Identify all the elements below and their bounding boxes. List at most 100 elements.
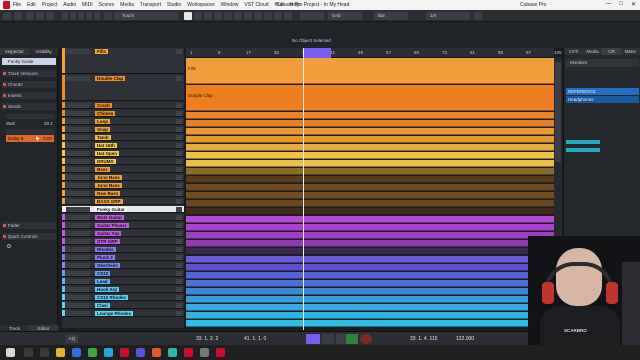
- app3-icon[interactable]: [168, 348, 177, 357]
- track-header[interactable]: CS10 Rhodes: [62, 294, 184, 301]
- mail-icon[interactable]: [72, 348, 81, 357]
- track-controls[interactable]: [66, 167, 90, 172]
- track-controls[interactable]: [66, 295, 90, 300]
- track-header[interactable]: Rhodes: [62, 246, 184, 253]
- track-name[interactable]: Tamb: [95, 135, 111, 140]
- track-name[interactable]: Lounge Rhodes: [95, 311, 133, 316]
- track-name[interactable]: Clavi: [95, 303, 110, 308]
- explorer-icon[interactable]: [56, 348, 65, 357]
- track-name[interactable]: Pluck 2: [95, 255, 115, 260]
- activate-project-button[interactable]: [3, 12, 11, 20]
- track-edit-button[interactable]: [176, 135, 182, 140]
- maximize-button[interactable]: □: [619, 1, 623, 8]
- track-name[interactable]: Juno Bass: [95, 183, 122, 188]
- track-name[interactable]: Hat Open: [95, 151, 120, 156]
- track-name[interactable]: BASS GRP: [95, 199, 123, 204]
- track-color-strip[interactable]: [62, 310, 65, 316]
- read-automation-button[interactable]: [86, 12, 92, 20]
- track-lane[interactable]: Double Clap: [186, 85, 554, 111]
- track-controls[interactable]: [66, 159, 90, 164]
- auto-quantize-button[interactable]: AQ: [66, 335, 78, 343]
- track-controls[interactable]: [66, 191, 90, 196]
- track-edit-button[interactable]: [176, 199, 182, 204]
- track-color-strip[interactable]: [62, 158, 65, 164]
- track-header[interactable]: Crash: [62, 102, 184, 109]
- track-header[interactable]: Juno Bass: [62, 182, 184, 189]
- track-lane[interactable]: [186, 192, 554, 199]
- track-lane[interactable]: [186, 264, 554, 271]
- track-lane[interactable]: [186, 232, 554, 239]
- track-edit-button[interactable]: [176, 279, 182, 284]
- monitors-header[interactable]: Monitors: [566, 59, 639, 67]
- track-name[interactable]: Guitar Arp: [95, 231, 122, 236]
- track-header[interactable]: New Bass: [62, 190, 184, 197]
- track-header[interactable]: Juno Bass: [62, 174, 184, 181]
- menu-file[interactable]: File: [13, 2, 21, 8]
- track-color-strip[interactable]: [62, 174, 65, 180]
- minimize-button[interactable]: —: [605, 1, 611, 8]
- track-lane[interactable]: [186, 240, 554, 247]
- track-lane[interactable]: [186, 152, 554, 159]
- track-color-strip[interactable]: [62, 206, 65, 212]
- track-name[interactable]: Chimes: [95, 111, 116, 116]
- menu-edit[interactable]: Edit: [27, 2, 36, 8]
- track-controls[interactable]: [66, 151, 90, 156]
- mute-all-button[interactable]: [62, 12, 68, 20]
- track-header[interactable]: Funky Guitar: [62, 206, 184, 213]
- track-header[interactable]: Loop: [62, 118, 184, 125]
- menu-audio[interactable]: Audio: [63, 2, 76, 8]
- track-name[interactable]: Juno Bass: [95, 175, 122, 180]
- track-header[interactable]: Pluck 2: [62, 254, 184, 261]
- track-lane[interactable]: [186, 216, 554, 223]
- tab-meter[interactable]: Meter: [621, 48, 640, 55]
- track-header[interactable]: Double Clap: [62, 75, 184, 101]
- track-name[interactable]: Funky Guitar: [95, 207, 127, 212]
- track-edit-button[interactable]: [176, 287, 182, 292]
- track-name[interactable]: Oberheim: [95, 263, 121, 268]
- track-header[interactable]: CS10: [62, 270, 184, 277]
- track-name[interactable]: Hook Arp: [95, 287, 120, 292]
- track-controls[interactable]: [66, 311, 90, 316]
- track-edit-button[interactable]: [176, 76, 182, 81]
- track-header[interactable]: BASS GRP: [62, 198, 184, 205]
- track-header[interactable]: Hook Arp: [62, 286, 184, 293]
- scroll-thumb[interactable]: [555, 62, 561, 162]
- track-color-strip[interactable]: [62, 198, 65, 204]
- section-quick-controls[interactable]: Quick Controls: [2, 233, 56, 240]
- track-edit-button[interactable]: [176, 151, 182, 156]
- chrome-icon[interactable]: [88, 348, 97, 357]
- track-header[interactable]: Lead: [62, 278, 184, 285]
- grid-type-select[interactable]: Grid: [328, 12, 362, 20]
- track-controls[interactable]: [66, 279, 90, 284]
- menu-workspaces[interactable]: Workspaces: [187, 2, 214, 8]
- constrain-delay-button[interactable]: [14, 12, 22, 20]
- track-name[interactable]: Guitar Phaser: [95, 223, 129, 228]
- track-name[interactable]: New Bass: [95, 191, 121, 196]
- track-color-strip[interactable]: [62, 48, 65, 73]
- track-header[interactable]: Fills: [62, 48, 184, 74]
- track-controls[interactable]: [66, 247, 90, 252]
- lower-zone-button[interactable]: [36, 12, 44, 20]
- track-edit-button[interactable]: [176, 239, 182, 244]
- section-track-versions[interactable]: Track Versions: [2, 70, 56, 77]
- track-lane[interactable]: [186, 288, 554, 295]
- inspector-track-name[interactable]: Funky Guitar: [2, 58, 56, 65]
- track-edit-button[interactable]: [176, 49, 182, 54]
- track-header[interactable]: Tamb: [62, 134, 184, 141]
- track-controls[interactable]: [66, 49, 90, 54]
- track-color-strip[interactable]: [62, 278, 65, 284]
- track-color-strip[interactable]: [62, 262, 65, 268]
- track-controls[interactable]: [66, 199, 90, 204]
- color-tool[interactable]: [284, 12, 292, 20]
- track-edit-button[interactable]: [176, 215, 182, 220]
- tab-visibility[interactable]: Visibility: [29, 48, 58, 55]
- right-zone-button[interactable]: [46, 12, 54, 20]
- track-name[interactable]: CS10: [95, 271, 111, 276]
- tab-inspector[interactable]: Inspector: [0, 48, 29, 55]
- track-edit-button[interactable]: [176, 103, 182, 108]
- track-edit-button[interactable]: [176, 263, 182, 268]
- track-name[interactable]: Fills: [95, 49, 109, 54]
- range-tool[interactable]: [194, 12, 202, 20]
- track-lane[interactable]: [186, 136, 554, 143]
- track-edit-button[interactable]: [176, 175, 182, 180]
